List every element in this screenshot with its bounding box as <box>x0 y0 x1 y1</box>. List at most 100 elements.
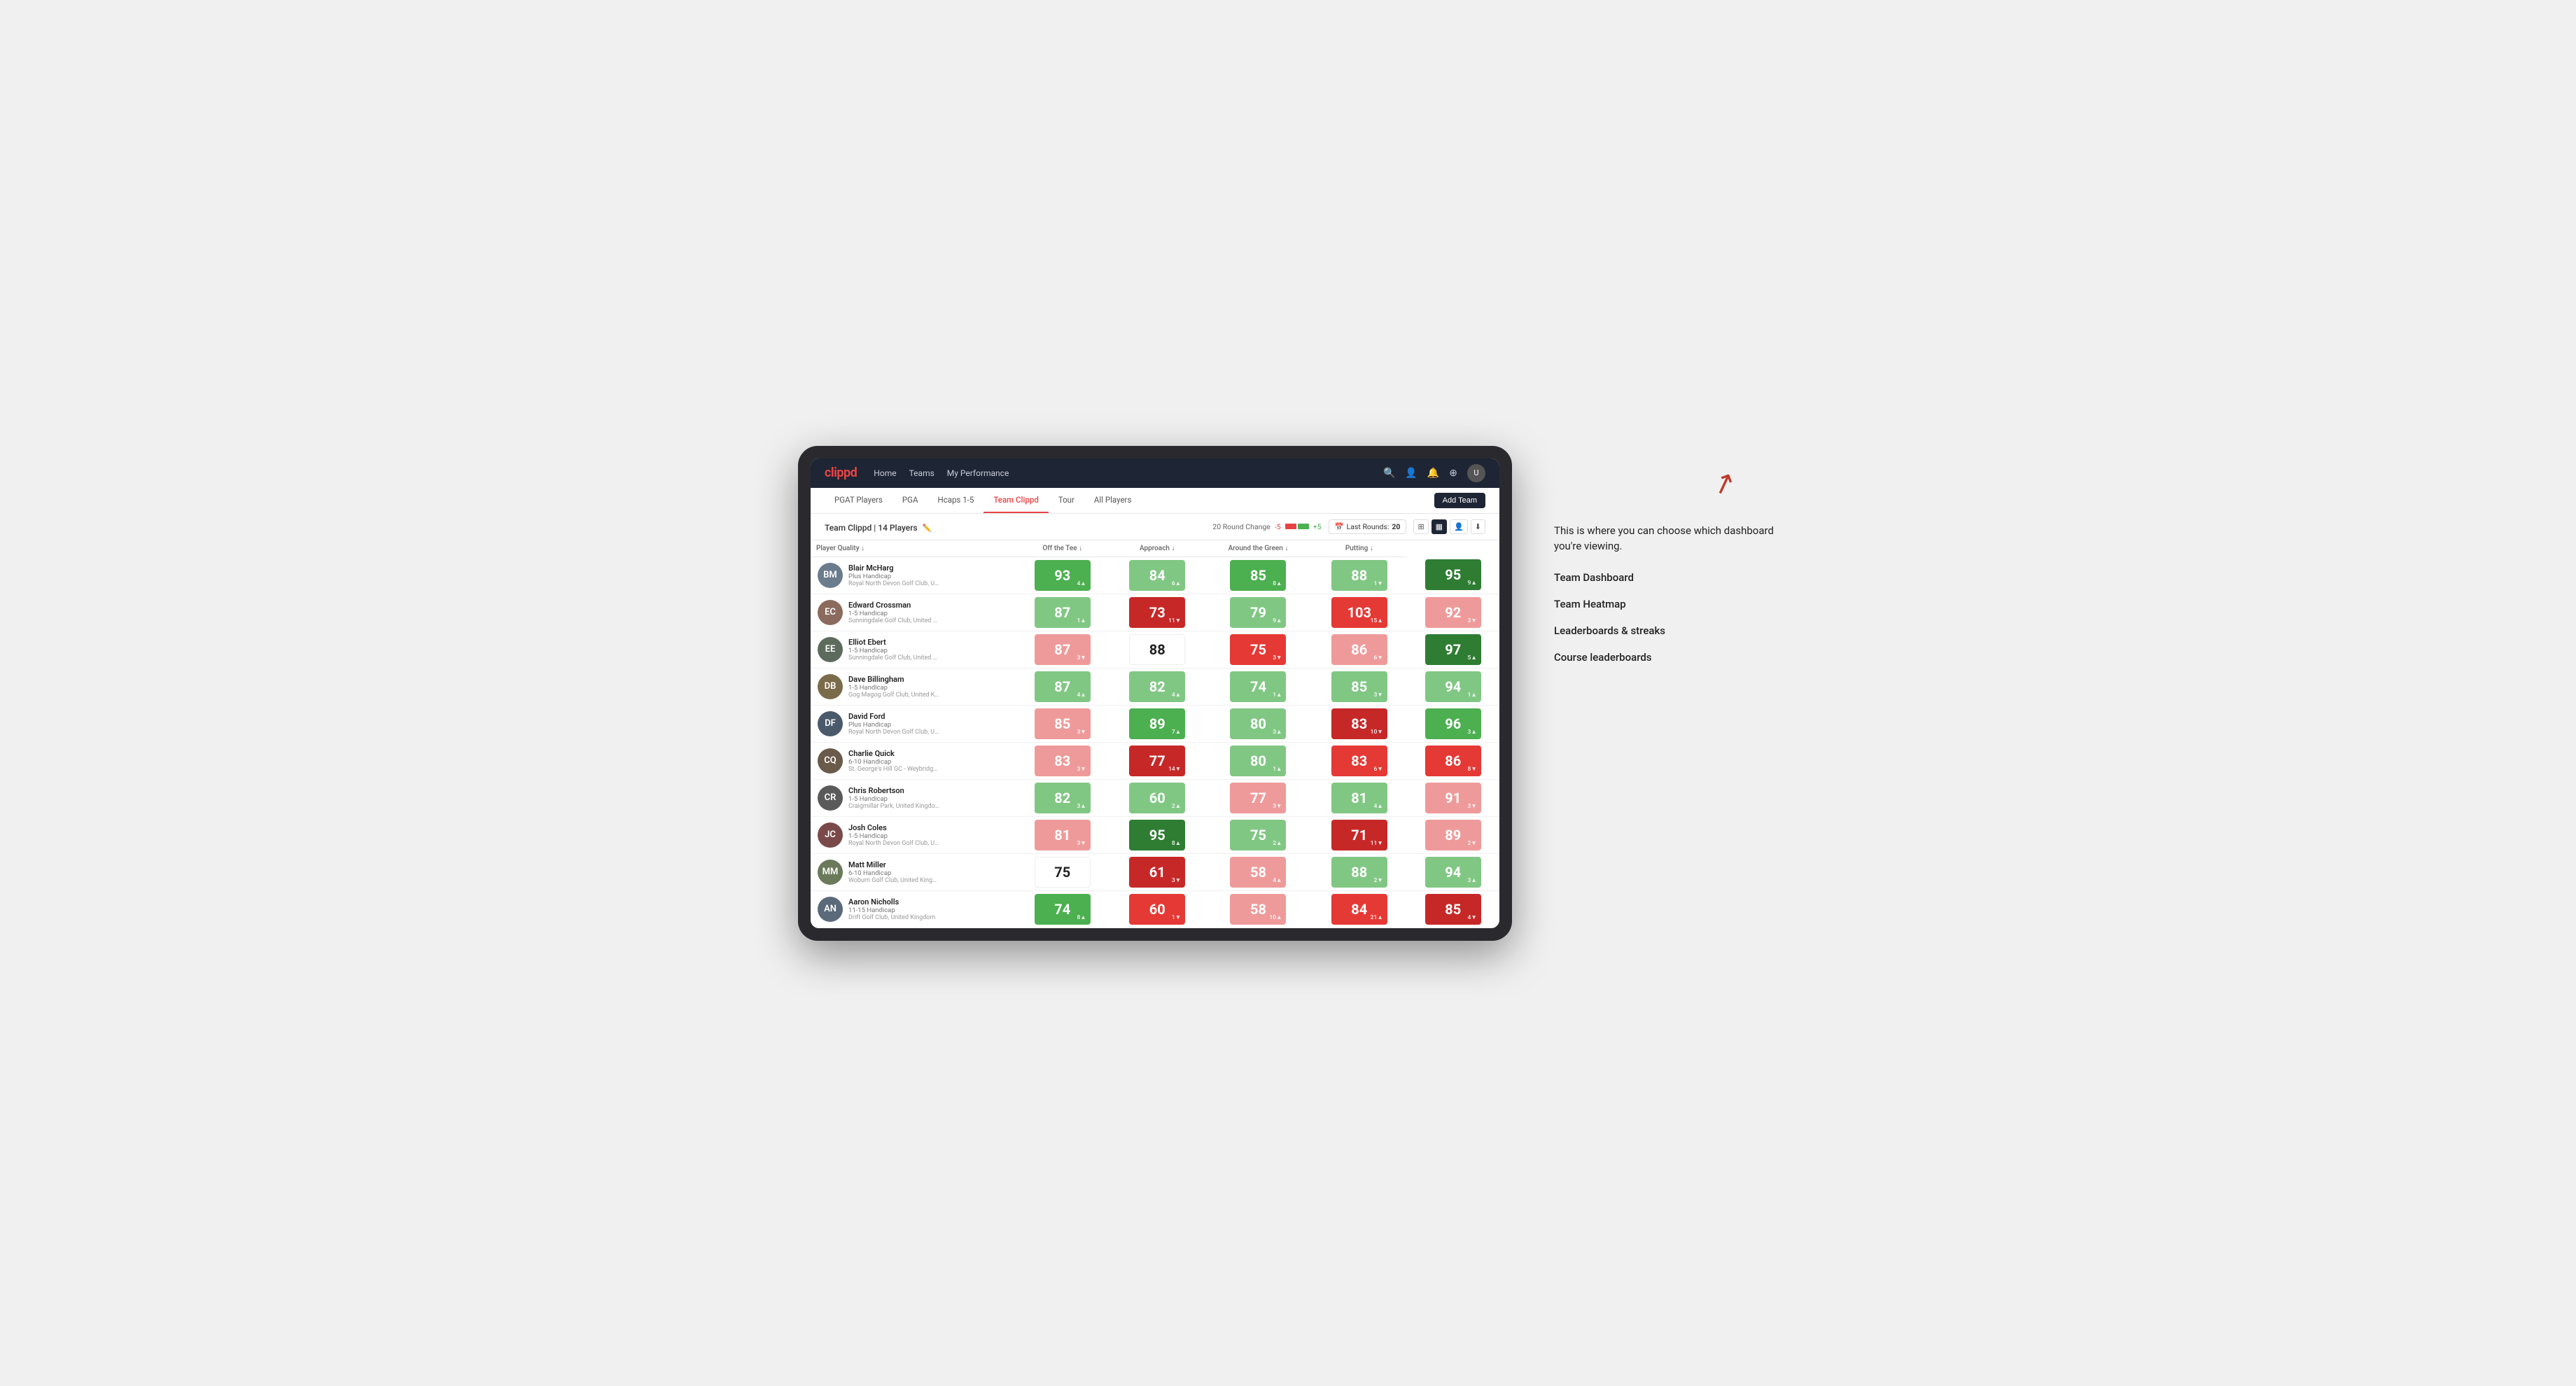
player-handicap: Plus Handicap <box>848 721 939 729</box>
avatar[interactable]: U <box>1467 464 1485 482</box>
score-value: 88 <box>1351 864 1367 881</box>
score-box: 77 3▼ <box>1230 783 1286 813</box>
score-change: 1▲ <box>1077 617 1086 624</box>
player-cell[interactable]: CQ Charlie Quick 6-10 Handicap St. Georg… <box>811 742 1015 779</box>
sub-nav: PGAT Players PGA Hcaps 1-5 Team Clippd T… <box>811 488 1499 514</box>
score-change: 21▲ <box>1371 913 1383 921</box>
avatar: MM <box>818 860 843 885</box>
score-box: 87 4▲ <box>1035 671 1091 702</box>
score-value: 75 <box>1054 864 1070 881</box>
score-box: 85 4▼ <box>1425 894 1481 925</box>
score-cell: 83 3▼ <box>1015 742 1110 779</box>
score-value: 86 <box>1351 641 1367 658</box>
avatar: EC <box>818 600 843 625</box>
player-info: Edward Crossman 1-5 Handicap Sunningdale… <box>848 601 939 624</box>
score-change: 8▲ <box>1077 913 1086 921</box>
tab-pgat[interactable]: PGAT Players <box>825 488 892 513</box>
player-cell[interactable]: AN Aaron Nicholls 11-15 Handicap Drift G… <box>811 890 1015 927</box>
player-info: Dave Billingham 1-5 Handicap Gog Magog G… <box>848 675 939 699</box>
player-info: Elliot Ebert 1-5 Handicap Sunningdale Go… <box>848 638 939 662</box>
table-header: Player Quality ↓ Off the Tee ↓ Approach … <box>811 540 1499 557</box>
player-club: Drift Golf Club, United Kingdom <box>848 914 935 921</box>
score-cell: 87 3▼ <box>1015 631 1110 668</box>
score-value: 84 <box>1351 901 1367 918</box>
top-nav: clippd Home Teams My Performance 🔍 👤 🔔 ⊕… <box>811 458 1499 488</box>
player-handicap: 1-5 Handicap <box>848 684 939 692</box>
player-cell[interactable]: DB Dave Billingham 1-5 Handicap Gog Mago… <box>811 668 1015 705</box>
heatmap-view-button[interactable]: ▦ <box>1432 519 1447 534</box>
player-cell[interactable]: CR Chris Robertson 1-5 Handicap Craigmil… <box>811 779 1015 816</box>
score-value: 95 <box>1149 827 1166 844</box>
player-cell[interactable]: BM Blair McHarg Plus Handicap Royal Nort… <box>811 556 1015 594</box>
player-handicap: 11-15 Handicap <box>848 906 935 914</box>
score-box: 77 14▼ <box>1129 746 1185 776</box>
score-change: 3▼ <box>1374 691 1383 699</box>
score-value: 91 <box>1445 790 1461 806</box>
score-box: 94 1▲ <box>1425 671 1481 702</box>
score-change: 1▲ <box>1273 765 1282 773</box>
col-header-putting[interactable]: Putting ↓ <box>1312 540 1406 557</box>
nav-my-performance[interactable]: My Performance <box>947 468 1009 478</box>
score-value: 96 <box>1445 715 1461 732</box>
profile-icon[interactable]: 👤 <box>1405 468 1417 479</box>
score-box: 88 1▼ <box>1331 560 1387 591</box>
tablet-frame: clippd Home Teams My Performance 🔍 👤 🔔 ⊕… <box>798 446 1512 941</box>
score-cell: 84 21▲ <box>1312 890 1406 927</box>
person-view-button[interactable]: 👤 <box>1450 519 1468 534</box>
tab-pga[interactable]: PGA <box>892 488 928 513</box>
player-name: Josh Coles <box>848 823 939 832</box>
score-value: 86 <box>1445 752 1461 769</box>
score-cell: 74 8▲ <box>1015 890 1110 927</box>
nav-home[interactable]: Home <box>874 468 896 478</box>
col-header-around-green[interactable]: Around the Green ↓ <box>1205 540 1312 557</box>
score-box: 92 3▼ <box>1425 597 1481 628</box>
avatar: JC <box>818 822 843 848</box>
tab-all-players[interactable]: All Players <box>1084 488 1141 513</box>
score-box: 81 4▲ <box>1331 783 1387 813</box>
player-cell[interactable]: EC Edward Crossman 1-5 Handicap Sunningd… <box>811 594 1015 631</box>
col-header-player[interactable]: Player Quality ↓ <box>811 540 1015 557</box>
score-change: 2▼ <box>1374 876 1383 884</box>
player-club: St. George's Hill GC - Weybridge - Surre… <box>848 766 939 773</box>
score-value: 87 <box>1054 641 1070 658</box>
score-value: 60 <box>1149 901 1166 918</box>
score-value: 79 <box>1250 604 1266 621</box>
nav-teams[interactable]: Teams <box>909 468 934 478</box>
col-header-off-tee[interactable]: Off the Tee ↓ <box>1015 540 1110 557</box>
player-name: Aaron Nicholls <box>848 897 935 906</box>
player-cell[interactable]: EE Elliot Ebert 1-5 Handicap Sunningdale… <box>811 631 1015 668</box>
score-change: 10▲ <box>1269 913 1282 921</box>
grid-view-button[interactable]: ⊞ <box>1413 519 1428 534</box>
team-title-area: Team Clippd | 14 Players ✏️ <box>825 520 932 533</box>
player-club: Royal North Devon Golf Club, United King… <box>848 729 939 736</box>
score-cell: 88 2▼ <box>1312 853 1406 890</box>
tab-hcaps[interactable]: Hcaps 1-5 <box>927 488 983 513</box>
player-cell[interactable]: JC Josh Coles 1-5 Handicap Royal North D… <box>811 816 1015 853</box>
score-cell: 75 3▼ <box>1205 631 1312 668</box>
col-header-approach[interactable]: Approach ↓ <box>1110 540 1204 557</box>
settings-icon[interactable]: ⊕ <box>1449 468 1457 479</box>
tab-team-clippd[interactable]: Team Clippd <box>983 488 1048 513</box>
score-value: 77 <box>1149 752 1166 769</box>
table-row: CR Chris Robertson 1-5 Handicap Craigmil… <box>811 779 1499 816</box>
score-box: 74 1▲ <box>1230 671 1286 702</box>
score-value: 83 <box>1351 715 1367 732</box>
score-cell: 103 15▲ <box>1312 594 1406 631</box>
score-box: 82 3▲ <box>1035 783 1091 813</box>
annotation-option-heatmap: Team Heatmap <box>1554 598 1778 610</box>
player-cell[interactable]: DF David Ford Plus Handicap Royal North … <box>811 705 1015 742</box>
score-cell: 80 1▲ <box>1205 742 1312 779</box>
notifications-icon[interactable]: 🔔 <box>1427 468 1439 479</box>
score-value: 83 <box>1351 752 1367 769</box>
last-rounds-button[interactable]: 📅 Last Rounds: 20 <box>1329 519 1407 534</box>
player-info: Aaron Nicholls 11-15 Handicap Drift Golf… <box>848 897 935 921</box>
avatar: BM <box>818 563 843 588</box>
table-row: EC Edward Crossman 1-5 Handicap Sunningd… <box>811 594 1499 631</box>
score-change: 10▼ <box>1371 728 1383 736</box>
download-view-button[interactable]: ⬇ <box>1471 519 1485 534</box>
add-team-button[interactable]: Add Team <box>1434 493 1485 508</box>
player-cell[interactable]: MM Matt Miller 6-10 Handicap Woburn Golf… <box>811 853 1015 890</box>
tab-tour[interactable]: Tour <box>1049 488 1084 513</box>
search-icon[interactable]: 🔍 <box>1383 468 1395 479</box>
player-handicap: 1-5 Handicap <box>848 647 939 654</box>
